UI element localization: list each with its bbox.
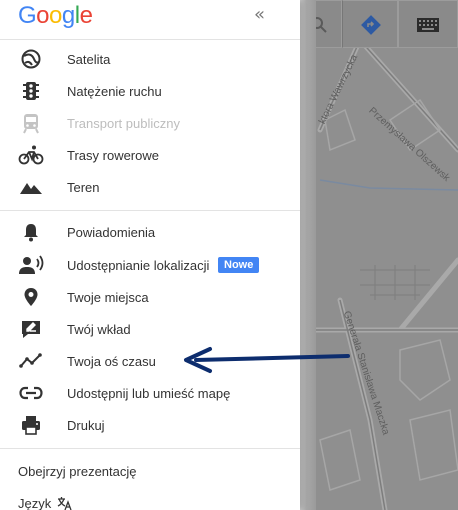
logo-letter: e: [79, 2, 93, 29]
keyboard-button[interactable]: [398, 0, 458, 48]
terrain-icon: [18, 175, 44, 199]
menu-item-label: Satelita: [67, 51, 111, 67]
menu-item-label: Drukuj: [67, 417, 105, 433]
menu-item-bike[interactable]: Trasy rowerowe: [0, 139, 300, 171]
transit-icon: [18, 111, 44, 135]
menu-item-your-places[interactable]: Twoje miejsca: [0, 281, 300, 313]
edit-contribution-icon: [18, 317, 44, 341]
directions-icon: [361, 15, 381, 35]
satellite-icon: [18, 47, 44, 71]
divider: [0, 210, 300, 211]
logo-letter: o: [36, 2, 50, 29]
map-toolbar: [300, 0, 458, 48]
tour-link[interactable]: Obejrzyj prezentację: [18, 464, 137, 479]
divider: [0, 448, 300, 449]
menu-item-timeline[interactable]: Twoja oś czasu: [0, 345, 300, 377]
menu-item-label: Powiadomienia: [67, 224, 156, 240]
side-menu-drawer: Google « Satelita Natężenie ruchu Transp…: [0, 0, 300, 510]
place-pin-icon: [18, 285, 44, 309]
keyboard-icon: [417, 18, 439, 32]
menu-item-label: Twoja oś czasu: [67, 353, 156, 369]
logo-letter: o: [49, 2, 62, 29]
print-icon: [18, 413, 44, 437]
menu-item-share-embed[interactable]: Udostępnij lub umieść mapę: [0, 377, 300, 409]
menu-item-label: Natężenie ruchu: [67, 83, 162, 99]
menu-item-terrain[interactable]: Teren: [0, 171, 300, 203]
menu-item-contributions[interactable]: Twój wkład: [0, 313, 300, 345]
menu-item-print[interactable]: Drukuj: [0, 409, 300, 441]
menu-item-label: Teren: [67, 179, 100, 195]
location-sharing-icon: [18, 253, 44, 277]
menu-item-notifications[interactable]: Powiadomienia: [0, 216, 300, 248]
language-label: Język: [18, 496, 52, 510]
menu-item-label: Transport publiczny: [67, 115, 180, 131]
menu-item-label: Trasy rowerowe: [67, 147, 159, 163]
menu-item-traffic[interactable]: Natężenie ruchu: [0, 75, 300, 107]
drawer-shadow: [300, 0, 316, 510]
double-chevron-left-icon[interactable]: «: [254, 4, 265, 25]
bike-icon: [18, 143, 44, 167]
divider: [0, 39, 300, 40]
traffic-icon: [18, 79, 44, 103]
google-logo: Google: [18, 2, 93, 30]
link-icon: [18, 381, 44, 405]
menu-item-location-sharing[interactable]: Udostępnianie lokalizacji Nowe: [0, 249, 300, 281]
timeline-icon: [18, 349, 44, 373]
menu-item-satellite[interactable]: Satelita: [0, 43, 300, 75]
new-badge: Nowe: [218, 257, 260, 273]
directions-button[interactable]: [342, 0, 398, 48]
logo-letter: g: [61, 2, 75, 29]
translate-icon: [57, 497, 72, 510]
language-link[interactable]: Język: [18, 496, 73, 510]
menu-item-label: Udostępnianie lokalizacji: [67, 257, 210, 273]
menu-item-label: Twój wkład: [67, 321, 131, 337]
menu-item-transit[interactable]: Transport publiczny: [0, 107, 300, 139]
menu-item-label: Udostępnij lub umieść mapę: [67, 385, 231, 401]
bell-icon: [18, 220, 44, 244]
map-canvas[interactable]: ktora Wawrzycka Przemysława Olszewsk Gen…: [300, 0, 458, 510]
logo-letter: G: [18, 2, 37, 29]
menu-item-label: Twoje miejsca: [67, 289, 149, 305]
